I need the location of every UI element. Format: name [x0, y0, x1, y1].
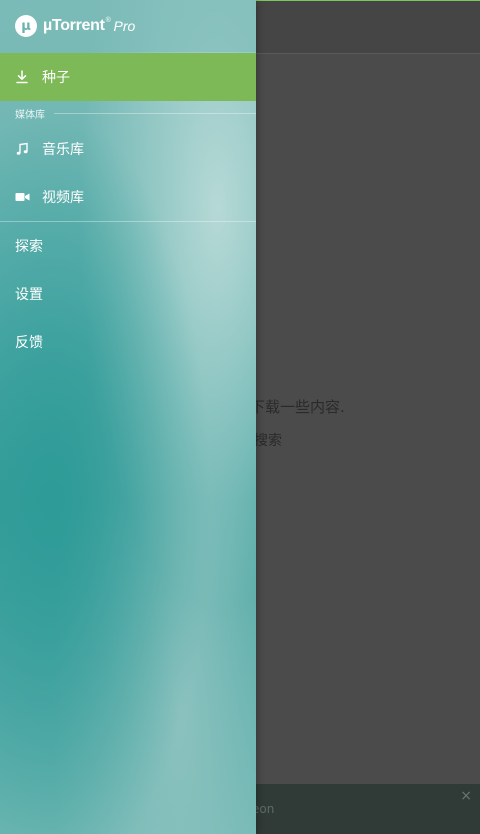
music-note-icon — [14, 141, 30, 157]
background-text-line-2: 下载一些内容. — [250, 398, 345, 416]
video-camera-icon — [14, 189, 30, 205]
background-search-link[interactable]: 搜索 — [254, 430, 282, 450]
utorrent-logo-icon: μ — [15, 15, 37, 37]
drawer-item-torrents[interactable]: 种子 — [0, 53, 256, 101]
drawer-item-label: 设置 — [15, 287, 43, 303]
drawer-item-label: 反馈 — [15, 335, 43, 351]
drawer-item-explore[interactable]: 探索 — [0, 222, 256, 270]
drawer-item-label: 视频库 — [42, 190, 84, 206]
section-label-media: 媒体库 — [15, 110, 45, 121]
drawer-header: μ µTorrent® Pro — [0, 0, 256, 52]
drawer-item-video-library[interactable]: 视频库 — [0, 173, 256, 221]
navigation-drawer: μ µTorrent® Pro 种子 媒体库 音乐库 视频库 探索 设置 反馈 — [0, 0, 256, 834]
app-edition: Pro — [113, 18, 136, 34]
drawer-item-feedback[interactable]: 反馈 — [0, 318, 256, 366]
section-divider — [54, 113, 256, 114]
drawer-item-label: 音乐库 — [42, 142, 84, 158]
drawer-item-label: 种子 — [42, 70, 70, 86]
drawer-item-settings[interactable]: 设置 — [0, 270, 256, 318]
drawer-item-music-library[interactable]: 音乐库 — [0, 125, 256, 173]
app-brand-name: µTorrent® — [43, 17, 111, 34]
drawer-item-label: 探索 — [15, 239, 43, 255]
banner-close-icon[interactable]: × — [460, 788, 472, 804]
download-icon — [14, 69, 30, 85]
